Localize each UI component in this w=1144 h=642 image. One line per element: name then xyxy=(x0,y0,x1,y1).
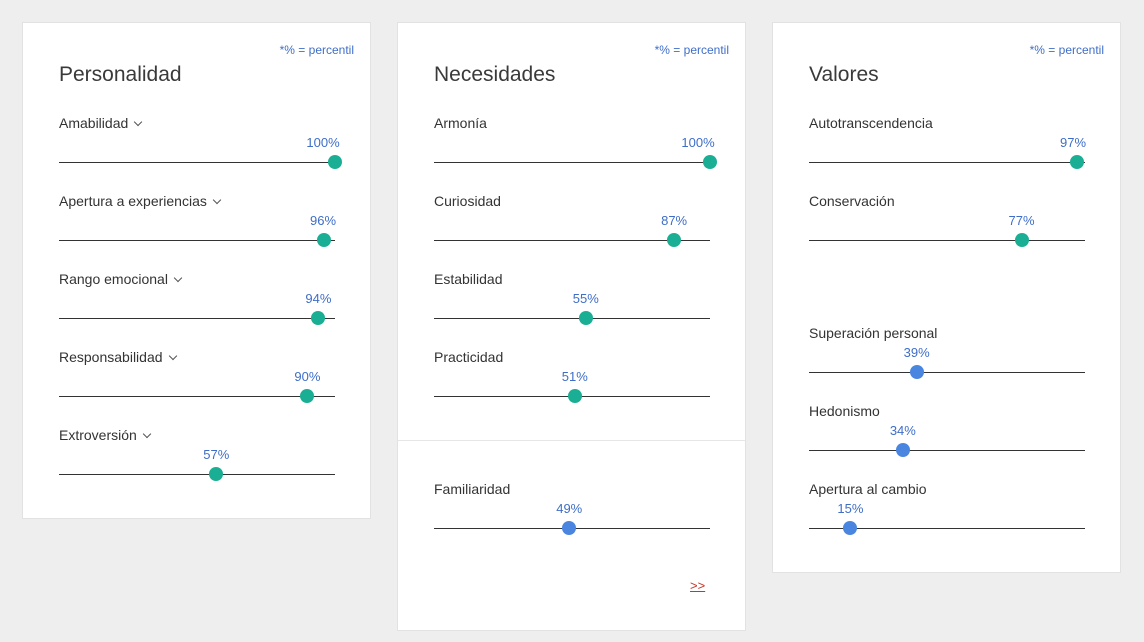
trait-label: Armonía xyxy=(434,115,487,131)
percentile-marker xyxy=(1014,233,1029,247)
card-title: Personalidad xyxy=(59,63,182,86)
trait-curiosidad: Curiosidad 87% xyxy=(434,193,710,273)
slider-track xyxy=(809,240,1085,241)
trait-label: Hedonismo xyxy=(809,403,880,419)
trait-label-expandable[interactable]: Extroversión xyxy=(59,427,152,443)
trait-label: Practicidad xyxy=(434,349,504,365)
section-divider xyxy=(398,440,745,441)
trait-label: Estabilidad xyxy=(434,271,503,287)
percentile-value: 100% xyxy=(681,135,715,150)
percentile-value: 34% xyxy=(889,423,916,438)
personalidad-card: *% = percentil Personalidad Amabilidad 1… xyxy=(22,22,371,519)
slider-track xyxy=(59,474,335,475)
trait-armonia: Armonía 100% xyxy=(434,115,717,195)
slider-track xyxy=(59,162,335,163)
trait-conservacion: Conservación 77% xyxy=(809,193,1085,273)
trait-apertura-al-cambio: Apertura al cambio 15% xyxy=(809,481,1085,561)
percentile-note: *% = percentil xyxy=(654,43,729,57)
percentile-marker xyxy=(667,233,682,247)
percentile-marker xyxy=(578,311,593,325)
slider-track xyxy=(434,162,710,163)
percentile-value: 94% xyxy=(305,291,332,306)
percentile-note: *% = percentil xyxy=(279,43,354,57)
percentile-marker xyxy=(567,389,582,403)
percentile-marker xyxy=(843,521,858,535)
percentile-value: 97% xyxy=(1059,135,1087,150)
trait-autotranscendencia: Autotranscendencia 97% xyxy=(809,115,1087,195)
trait-label-expandable[interactable]: Apertura a experiencias xyxy=(59,193,222,209)
trait-label-expandable[interactable]: Rango emocional xyxy=(59,271,183,287)
slider-track xyxy=(809,162,1085,163)
valores-card: *% = percentil Valores Autotranscendenci… xyxy=(772,22,1121,573)
trait-label: Autotranscendencia xyxy=(809,115,933,131)
more-link[interactable]: >> xyxy=(690,578,705,593)
trait-label: Apertura al cambio xyxy=(809,481,927,497)
percentile-value: 100% xyxy=(306,135,340,150)
trait-familiaridad: Familiaridad 49% xyxy=(434,481,710,561)
percentile-value: 57% xyxy=(203,447,230,462)
percentile-marker xyxy=(209,467,224,481)
percentile-marker xyxy=(328,155,342,169)
percentile-marker xyxy=(895,443,910,457)
percentile-marker xyxy=(311,311,326,325)
trait-apertura-experiencias: Apertura a experiencias 96% xyxy=(59,193,337,273)
percentile-marker xyxy=(300,389,315,403)
percentile-value: 15% xyxy=(837,501,864,516)
trait-responsabilidad: Responsabilidad 90% xyxy=(59,349,335,429)
slider-track xyxy=(809,372,1085,373)
necesidades-card: *% = percentil Necesidades Armonía 100% … xyxy=(397,22,746,631)
card-title: Necesidades xyxy=(434,63,556,86)
percentile-value: 96% xyxy=(309,213,337,228)
slider-track xyxy=(59,240,335,241)
trait-label-expandable[interactable]: Responsabilidad xyxy=(59,349,177,365)
percentile-marker xyxy=(562,521,577,535)
slider-track xyxy=(59,396,335,397)
percentile-marker xyxy=(1069,155,1084,169)
chevron-down-icon[interactable] xyxy=(134,117,143,127)
trait-label: Superación personal xyxy=(809,325,938,341)
trait-label-expandable[interactable]: Amabilidad xyxy=(59,115,143,131)
trait-hedonismo: Hedonismo 34% xyxy=(809,403,1085,483)
trait-superacion-personal: Superación personal 39% xyxy=(809,325,1085,405)
percentile-value: 55% xyxy=(572,291,599,306)
percentile-value: 51% xyxy=(561,369,588,384)
slider-track xyxy=(434,318,710,319)
trait-practicidad: Practicidad 51% xyxy=(434,349,710,429)
percentile-value: 39% xyxy=(903,345,930,360)
chevron-down-icon[interactable] xyxy=(173,273,183,283)
chevron-down-icon[interactable] xyxy=(212,195,222,205)
percentile-value: 49% xyxy=(556,501,583,516)
trait-amabilidad: Amabilidad 100% xyxy=(59,115,342,195)
trait-label: Curiosidad xyxy=(434,193,501,209)
chevron-down-icon[interactable] xyxy=(142,429,152,439)
trait-label: Conservación xyxy=(809,193,895,209)
card-title: Valores xyxy=(809,63,879,86)
trait-estabilidad: Estabilidad 55% xyxy=(434,271,710,351)
percentile-value: 87% xyxy=(661,213,688,228)
percentile-value: 77% xyxy=(1008,213,1035,228)
chevron-down-icon[interactable] xyxy=(168,351,177,361)
percentile-marker xyxy=(316,233,331,247)
percentile-marker xyxy=(703,155,717,169)
trait-extroversion: Extroversión 57% xyxy=(59,427,335,507)
percentile-marker xyxy=(909,365,924,379)
trait-label: Familiaridad xyxy=(434,481,511,497)
slider-track xyxy=(809,450,1085,451)
trait-rango-emocional: Rango emocional 94% xyxy=(59,271,335,351)
percentile-note: *% = percentil xyxy=(1029,43,1104,57)
percentile-value: 90% xyxy=(294,369,321,384)
slider-track xyxy=(59,318,335,319)
